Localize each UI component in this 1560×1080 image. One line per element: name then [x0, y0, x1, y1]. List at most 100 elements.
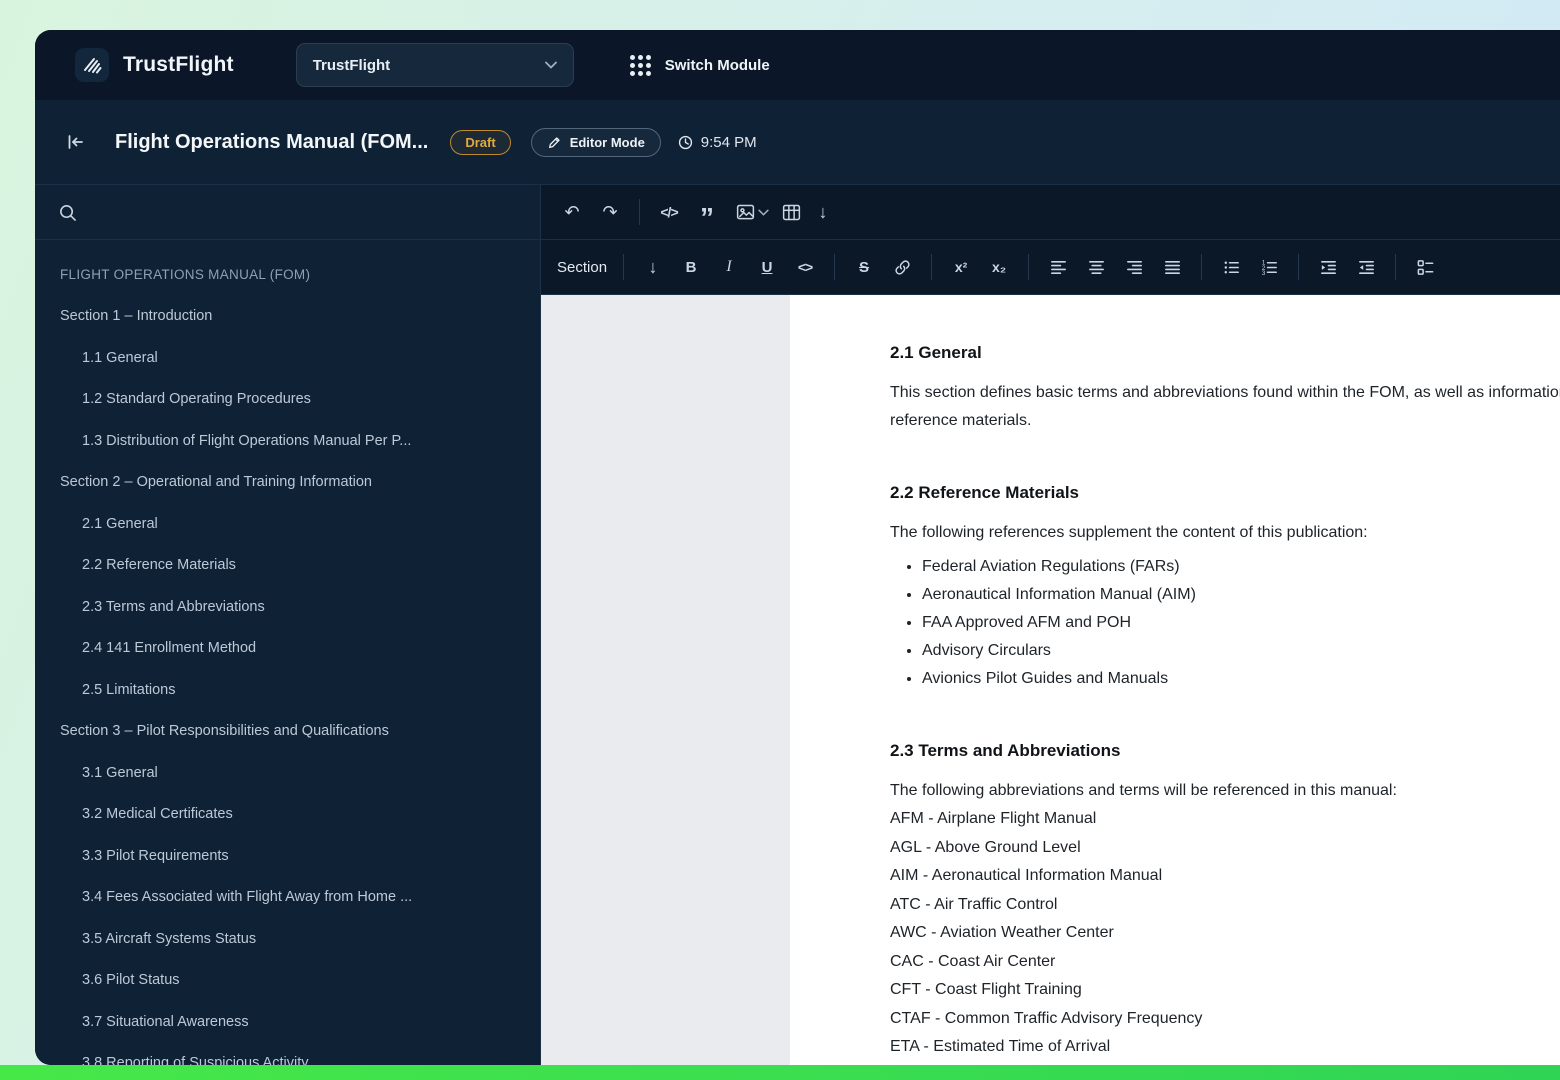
toc-item[interactable]: 3.3 Pilot Requirements [35, 835, 540, 877]
document-page[interactable]: 2.1 General This section defines basic t… [790, 295, 1560, 1065]
section-paragraph[interactable]: This section defines basic terms and abb… [890, 379, 1560, 435]
section-heading[interactable]: 2.2 Reference Materials [890, 481, 1560, 505]
toc-item-label: Section 1 – Introduction [60, 308, 213, 325]
superscript-button[interactable]: x² [942, 248, 980, 286]
abbreviation-line[interactable]: CFT - Coast Flight Training [890, 976, 1560, 1005]
section-paragraph[interactable]: The following abbreviations and terms wi… [890, 777, 1560, 805]
toc-item-label: 3.2 Medical Certificates [82, 806, 233, 823]
clock-icon [678, 135, 692, 149]
italic-button[interactable]: I [710, 248, 748, 286]
abbreviation-line[interactable]: AGL - Above Ground Level [890, 834, 1560, 863]
align-left-button[interactable] [1039, 248, 1077, 286]
toc-item-label: 2.3 Terms and Abbreviations [82, 598, 265, 615]
top-bar: TrustFlight TrustFlight Switch Module [35, 30, 1560, 100]
reference-list-item[interactable]: Federal Aviation Regulations (FARs) [922, 553, 1560, 581]
sidebar-search[interactable] [35, 185, 540, 240]
toc-item[interactable]: Section 3 – Pilot Responsibilities and Q… [35, 711, 540, 753]
reference-list-item[interactable]: FAA Approved AFM and POH [922, 609, 1560, 637]
reference-list-item[interactable]: Advisory Circulars [922, 637, 1560, 665]
redo-button[interactable]: ↷ [591, 193, 629, 231]
toc-item[interactable]: 3.8 Reporting of Suspicious Activity [35, 1043, 540, 1065]
toc-item[interactable]: 2.4 141 Enrollment Method [35, 628, 540, 670]
abbreviation-line[interactable]: AFM - Airplane Flight Manual [890, 805, 1560, 834]
toc-item[interactable]: 2.2 Reference Materials [35, 545, 540, 587]
task-list-button[interactable] [1406, 248, 1444, 286]
ordered-list-button[interactable]: 123 [1250, 248, 1288, 286]
toc-item[interactable]: 1.1 General [35, 337, 540, 379]
toc-item-label: Section 2 – Operational and Training Inf… [60, 474, 372, 491]
reference-list-item[interactable]: Avionics Pilot Guides and Manuals [922, 665, 1560, 693]
table-options-arrow-icon[interactable]: ↓ [810, 193, 836, 231]
toc-item[interactable]: 3.5 Aircraft Systems Status [35, 918, 540, 960]
toc-item-label: 3.5 Aircraft Systems Status [82, 930, 257, 947]
abbreviation-list: AFM - Airplane Flight Manual AGL - Above … [890, 805, 1560, 1062]
trustflight-logo-icon [75, 48, 109, 82]
app-window: TrustFlight TrustFlight Switch Module Fl… [35, 30, 1560, 1065]
indent-button[interactable] [1309, 248, 1347, 286]
toc-item[interactable]: 1.2 Standard Operating Procedures [35, 379, 540, 421]
align-right-button[interactable] [1115, 248, 1153, 286]
toc-item-label: 3.7 Situational Awareness [82, 1013, 249, 1030]
toc-item-label: 3.8 Reporting of Suspicious Activity [82, 1055, 309, 1065]
toc-item[interactable]: 3.2 Medical Certificates [35, 794, 540, 836]
toc-item[interactable]: Section 1 – Introduction [35, 296, 540, 338]
toc-item[interactable]: 1.3 Distribution of Flight Operations Ma… [35, 420, 540, 462]
toc-item[interactable]: 3.4 Fees Associated with Flight Away fro… [35, 877, 540, 919]
insert-section-below-button[interactable]: ↓ [634, 248, 672, 286]
abbreviation-line[interactable]: CAC - Coast Air Center [890, 948, 1560, 977]
toolbar-divider [1028, 254, 1030, 280]
toc-item[interactable]: 3.6 Pilot Status [35, 960, 540, 1002]
brand-name: TrustFlight [123, 53, 234, 76]
abbreviation-line[interactable]: CTAF - Common Traffic Advisory Frequency [890, 1005, 1560, 1034]
subscript-button[interactable]: x₂ [980, 248, 1018, 286]
toc-item[interactable]: 3.7 Situational Awareness [35, 1001, 540, 1043]
toc-item[interactable]: 2.5 Limitations [35, 669, 540, 711]
align-center-button[interactable] [1077, 248, 1115, 286]
section-paragraph[interactable]: The following references supplement the … [890, 519, 1560, 547]
editor-mode-button[interactable]: Editor Mode [530, 127, 661, 157]
bold-button[interactable]: B [672, 248, 710, 286]
toc-item[interactable]: 2.3 Terms and Abbreviations [35, 586, 540, 628]
toolbar-divider [834, 254, 836, 280]
collapse-sidebar-icon[interactable] [65, 132, 85, 152]
image-options-chevron-icon[interactable] [758, 209, 772, 216]
switch-module-button[interactable]: Switch Module [629, 54, 770, 76]
block-format-select[interactable]: Section [553, 259, 613, 276]
strikethrough-button[interactable]: S [845, 248, 883, 286]
undo-button[interactable]: ↶ [553, 193, 591, 231]
link-button[interactable] [883, 248, 921, 286]
abbreviation-line[interactable]: AIM - Aeronautical Information Manual [890, 862, 1560, 891]
reference-list: Federal Aviation Regulations (FARs)Aeron… [890, 553, 1560, 693]
toc-item-label: 3.1 General [82, 764, 158, 781]
status-badge: Draft [450, 129, 511, 155]
toc-item[interactable]: Section 2 – Operational and Training Inf… [35, 462, 540, 504]
abbreviation-line[interactable]: ATC - Air Traffic Control [890, 891, 1560, 920]
toc-item-label: 1.1 General [82, 349, 158, 366]
abbreviation-line[interactable]: AWC - Aviation Weather Center [890, 919, 1560, 948]
reference-list-item[interactable]: Aeronautical Information Manual (AIM) [922, 581, 1560, 609]
workspace-selector[interactable]: TrustFlight [295, 43, 574, 87]
outdent-button[interactable] [1347, 248, 1385, 286]
toc-item[interactable]: 3.1 General [35, 752, 540, 794]
blockquote-button[interactable]: ” [688, 193, 726, 232]
toc-item-label: 3.6 Pilot Status [82, 972, 180, 989]
document-header: Flight Operations Manual (FOM... Draft E… [35, 100, 1560, 185]
section-heading[interactable]: 2.3 Terms and Abbreviations [890, 739, 1560, 763]
section-heading[interactable]: 2.1 General [890, 341, 1560, 365]
align-justify-button[interactable] [1153, 248, 1191, 286]
toc-item-label: 3.3 Pilot Requirements [82, 847, 229, 864]
toc-root-item[interactable]: FLIGHT OPERATIONS MANUAL (FOM) [35, 254, 540, 296]
toc-item-label: 2.1 General [82, 515, 158, 532]
toc-item[interactable]: 2.1 General [35, 503, 540, 545]
underline-button[interactable]: U [748, 248, 786, 286]
abbreviation-line[interactable]: ETA - Estimated Time of Arrival [890, 1033, 1560, 1062]
toc-item-label: 1.2 Standard Operating Procedures [82, 391, 311, 408]
toc-item-label: Section 3 – Pilot Responsibilities and Q… [60, 723, 389, 740]
toc-items: Section 1 – Introduction 1.1 General 1.2… [35, 296, 540, 1065]
bullet-list-button[interactable] [1212, 248, 1250, 286]
inline-code-button[interactable]: <> [786, 248, 824, 286]
insert-table-button[interactable] [772, 193, 810, 231]
code-block-button[interactable]: </> [650, 193, 688, 231]
toc-tree: FLIGHT OPERATIONS MANUAL (FOM) Section 1… [35, 240, 540, 1065]
toolbar-divider [1298, 254, 1300, 280]
